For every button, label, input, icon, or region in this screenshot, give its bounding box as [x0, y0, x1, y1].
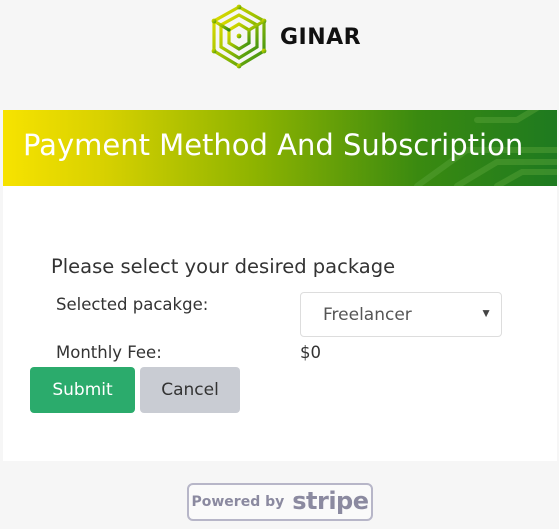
subscription-card: Payment Method And Subscription Please s…	[3, 110, 557, 461]
page: GINAR Payment Method And Subscription Pl…	[0, 0, 559, 529]
submit-button[interactable]: Submit	[30, 367, 135, 413]
package-prompt: Please select your desired package	[51, 255, 396, 278]
hexagon-circuit-icon	[209, 4, 269, 69]
package-label: Selected pacakge:	[56, 295, 209, 314]
package-select-value: Freelancer	[323, 305, 412, 325]
cancel-button[interactable]: Cancel	[140, 367, 240, 413]
page-title: Payment Method And Subscription	[23, 128, 524, 162]
monthly-fee-label: Monthly Fee:	[56, 343, 162, 362]
chevron-down-icon: ▼	[480, 306, 492, 320]
powered-by-stripe-badge[interactable]: Powered by stripe	[187, 483, 373, 521]
monthly-fee-value: $0	[300, 343, 321, 362]
package-select[interactable]: Freelancer ▼	[300, 292, 502, 337]
stripe-logo: stripe	[292, 487, 369, 515]
brand-name: GINAR	[280, 24, 362, 50]
banner: Payment Method And Subscription	[3, 110, 557, 186]
powered-by-text: Powered by	[191, 494, 285, 510]
brand-logo: GINAR	[208, 4, 361, 70]
